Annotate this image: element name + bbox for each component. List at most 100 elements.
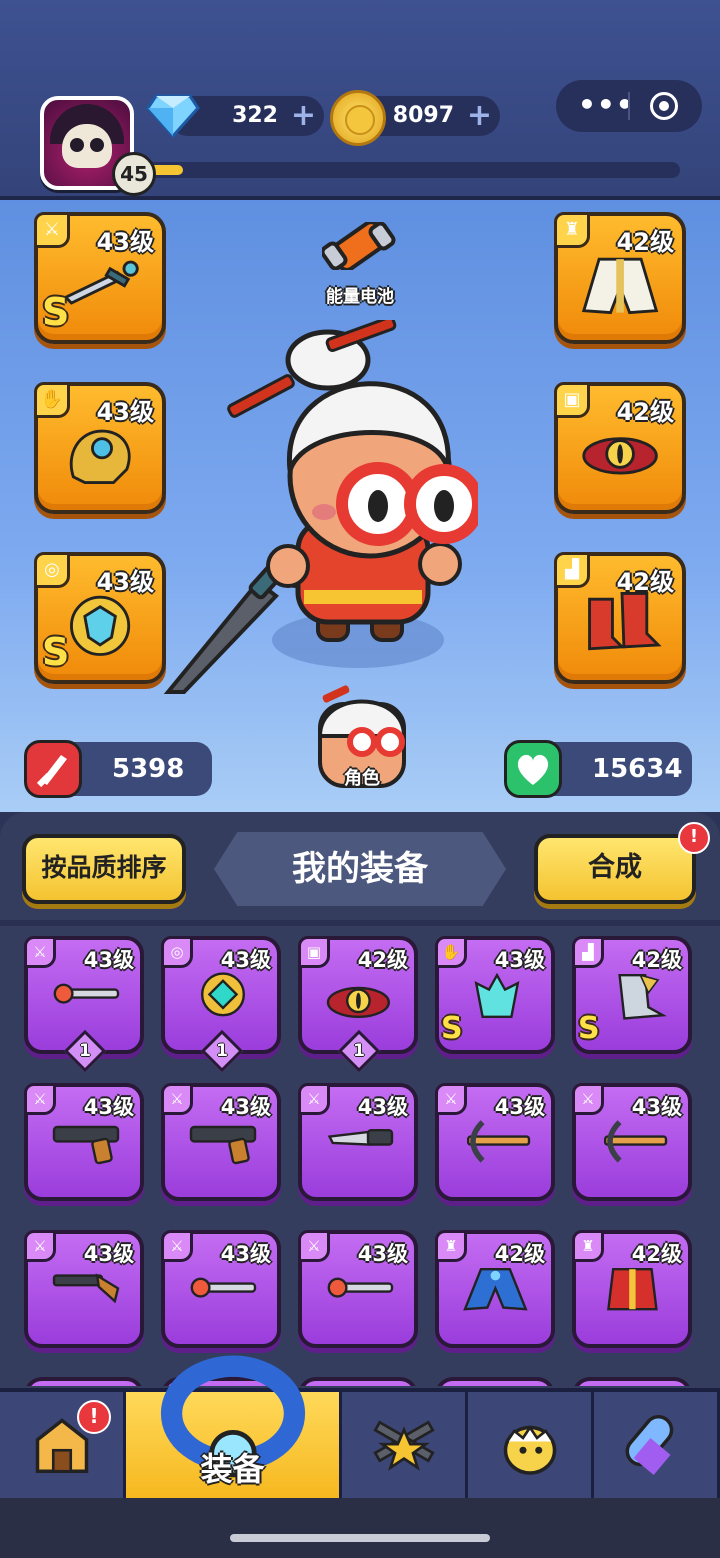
equipped-slot-left-2[interactable]: ✋ 43级 (34, 382, 166, 514)
equipment-card[interactable]: ♜ 42级 (572, 1230, 692, 1348)
card-level: 43级 (494, 948, 545, 972)
gauntlet-icon (60, 418, 144, 488)
weapon-icon: ⚔ (24, 1083, 56, 1115)
bottom-safe-area (0, 1498, 720, 1558)
equipment-grid: ⚔ 43级 1 ◎ 43级 1 ▣ 42级 1 ✋ 43级 S ▟ 42级 S ⚔ 43级 ⚔ 43级 ⚔ 43级 ⚔ 43… (24, 936, 700, 1386)
close-target-icon[interactable] (650, 92, 678, 120)
ring-icon: ◎ (161, 936, 193, 968)
home-indicator (230, 1534, 490, 1542)
equipment-card[interactable]: ✋ 43级 S (435, 936, 555, 1054)
armor-icon: ♜ (554, 212, 590, 248)
equipment-card[interactable] (298, 1377, 418, 1386)
add-gems-button[interactable]: + (291, 100, 316, 132)
card-level: 43级 (357, 1242, 408, 1266)
role-label: 角色 (344, 768, 380, 789)
count-badge: 1 (200, 1029, 244, 1073)
staff-orb-icon (42, 972, 130, 1028)
equipped-slot-right-1[interactable]: ♜ 42级 (554, 212, 686, 344)
weapon-icon: ⚔ (298, 1230, 330, 1262)
belt-icon: ▣ (554, 382, 590, 418)
equipment-card[interactable]: ⚔ 43级 (161, 1083, 281, 1201)
weapon-icon: ⚔ (298, 1083, 330, 1115)
equipment-card[interactable]: ⚔ 43级 (572, 1083, 692, 1201)
chick-egg-icon (495, 1410, 565, 1484)
weapon-icon: ⚔ (161, 1230, 193, 1262)
weapon-icon: ⚔ (161, 1083, 193, 1115)
energy-battery-icon[interactable] (322, 222, 396, 270)
guns-star-icon (368, 1410, 440, 1486)
equipment-card[interactable]: ◎ 43级 1 (161, 936, 281, 1073)
nav-tab-chick-egg[interactable] (468, 1392, 594, 1498)
equipment-card[interactable]: ⚔ 43级 (298, 1083, 418, 1201)
skull-face (62, 124, 112, 168)
rank-badge: S (42, 290, 70, 334)
equipment-card[interactable]: ▣ 42级 1 (298, 936, 418, 1073)
count-badge: 1 (63, 1029, 107, 1073)
weapon-icon: ⚔ (34, 212, 70, 248)
card-level: 43级 (357, 1095, 408, 1119)
equipped-slot-right-2[interactable]: ▣ 42级 (554, 382, 686, 514)
panel-divider (0, 920, 720, 926)
sort-by-quality-button[interactable]: 按品质排序 (22, 834, 186, 904)
equipment-card[interactable]: ♜ 42级 (435, 1230, 555, 1348)
equipment-card[interactable] (435, 1377, 555, 1386)
nav-label: 装备 (200, 1450, 265, 1488)
nav-tab-capsule[interactable] (594, 1392, 720, 1498)
eye-belt-icon (316, 972, 404, 1028)
knife-icon (316, 1119, 404, 1175)
equipment-card[interactable]: ⚔ 43级 (161, 1230, 281, 1348)
gold-ring-icon (179, 972, 267, 1028)
hero-character (163, 320, 478, 694)
crossbow-icon (590, 1119, 678, 1175)
equipment-card[interactable]: ⚔ 43级 (24, 1230, 144, 1348)
sword-attack-icon (24, 740, 82, 798)
crossbow-icon (453, 1119, 541, 1175)
red-boots-icon (580, 588, 664, 658)
staff-orb-icon (316, 1266, 404, 1322)
equipment-card[interactable]: ▟ 42级 S (572, 936, 692, 1054)
attack-value: 5398 (112, 754, 185, 784)
glove-icon: ✋ (34, 382, 70, 418)
card-level: 43级 (220, 948, 271, 972)
equipped-slot-right-3[interactable]: ▟ 42级 (554, 552, 686, 684)
rank-badge: S (578, 1011, 600, 1046)
add-coins-button[interactable]: + (467, 100, 492, 132)
card-level: 42级 (631, 948, 682, 972)
weapon-icon: ⚔ (24, 936, 56, 968)
more-menu-icon[interactable]: ••• (578, 88, 635, 121)
capsule-icon (621, 1410, 691, 1484)
equipment-card[interactable] (572, 1377, 692, 1386)
nav-tab-equipment-ring[interactable]: 装备 (126, 1355, 342, 1498)
equipment-card[interactable] (24, 1377, 144, 1386)
weapon-icon: ⚔ (24, 1230, 56, 1262)
armored-boot-icon (590, 972, 678, 1028)
blue-coat-icon (453, 1266, 541, 1322)
equipment-card[interactable]: ⚔ 43级 (24, 1083, 144, 1201)
coat-icon (580, 248, 664, 318)
pistol-icon (42, 1119, 130, 1175)
nav-tab-shop-house[interactable]: ! (0, 1392, 126, 1498)
diamond-icon (146, 94, 200, 138)
card-level: 43级 (220, 1095, 271, 1119)
card-level: 43级 (83, 1095, 134, 1119)
weapon-icon: ⚔ (435, 1083, 467, 1115)
equipment-card[interactable]: ⚔ 43级 1 (24, 936, 144, 1073)
belt-icon: ▣ (298, 936, 330, 968)
coin-count: 8097 (392, 103, 454, 128)
sword-icon (60, 248, 144, 318)
card-level: 42级 (631, 1242, 682, 1266)
card-level: 43级 (220, 1242, 271, 1266)
armor-icon: ♜ (572, 1230, 604, 1262)
eye-belt-icon (580, 418, 664, 488)
energy-battery-label: 能量电池 (326, 287, 394, 307)
weapon-icon: ⚔ (572, 1083, 604, 1115)
equipped-slot-left-1[interactable]: ⚔ 43级 S (34, 212, 166, 344)
merge-button[interactable]: 合成 (534, 834, 696, 904)
nav-tab-guns-star[interactable] (342, 1392, 468, 1498)
equipment-card[interactable]: ⚔ 43级 (298, 1230, 418, 1348)
equipment-card[interactable]: ⚔ 43级 (435, 1083, 555, 1201)
card-level: 43级 (631, 1095, 682, 1119)
equipped-slot-left-3[interactable]: ◎ 43级 S (34, 552, 166, 684)
rank-badge: S (441, 1011, 463, 1046)
nav-alert-badge: ! (77, 1400, 111, 1434)
